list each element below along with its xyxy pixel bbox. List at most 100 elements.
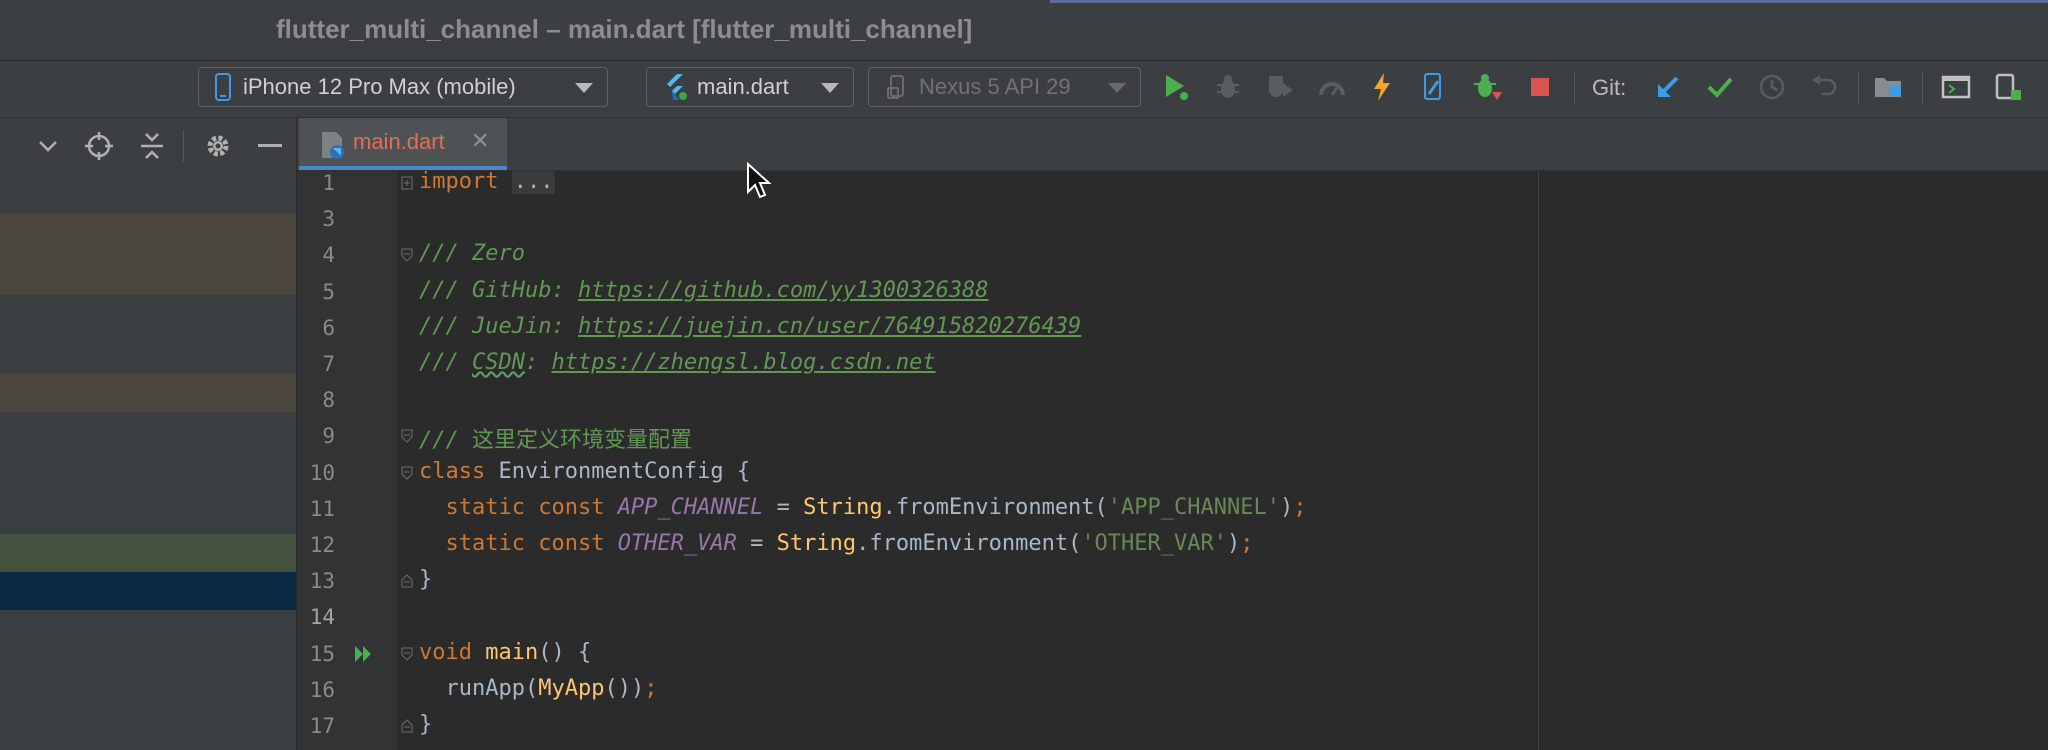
code-token: ) <box>1279 494 1294 520</box>
code-line[interactable]: 14 <box>297 599 2048 635</box>
project-tree-row-selected[interactable] <box>0 572 296 610</box>
code-token: MyApp <box>538 675 605 701</box>
code-line[interactable]: 7 /// CSDN: https://zhengsl.blog.csdn.net <box>297 346 2048 382</box>
code-token: CSDN <box>471 350 525 375</box>
locate-icon[interactable] <box>84 131 114 161</box>
device-selector[interactable]: iPhone 12 Pro Max (mobile) <box>198 67 608 107</box>
chevron-down-icon <box>575 83 593 93</box>
code-text: /// 这里定义环境变量配置 <box>419 422 692 454</box>
code-token: } <box>419 712 433 737</box>
code-token: ... <box>511 171 556 194</box>
fold-collapse-icon[interactable] <box>401 465 413 480</box>
code-line[interactable]: 16 runApp(MyApp()); <box>297 672 2048 708</box>
code-line[interactable]: 15 void main() { <box>297 636 2048 672</box>
stop-icon[interactable] <box>1524 71 1556 103</box>
code-line[interactable]: 3 <box>297 201 2048 237</box>
fold-collapse-icon[interactable] <box>401 175 413 190</box>
code-token: = <box>763 494 804 520</box>
device-selector-label: iPhone 12 Pro Max (mobile) <box>243 74 516 99</box>
code-token: fromEnvironment( <box>895 494 1108 520</box>
code-line[interactable]: 1 import ... <box>297 171 2048 201</box>
profile-icon[interactable] <box>1316 71 1348 103</box>
fold-end-icon[interactable] <box>401 573 413 588</box>
terminal-icon[interactable] <box>1940 71 1972 103</box>
code-token: /// JueJin: <box>419 313 578 339</box>
code-text: /// Zero <box>419 241 525 266</box>
collapse-all-icon[interactable] <box>137 131 167 161</box>
code-line[interactable]: 6 /// JueJin: https://juejin.cn/user/7649… <box>297 310 2048 346</box>
title-bar-accent <box>1050 0 2048 3</box>
code-token: /// GitHub: <box>419 277 578 303</box>
code-token: ; <box>644 675 658 701</box>
git-commit-icon[interactable] <box>1704 71 1736 103</box>
fold-collapse-icon[interactable] <box>401 646 413 661</box>
git-rollback-icon[interactable] <box>1808 71 1840 103</box>
code-token: ; <box>1293 494 1307 520</box>
code-line[interactable]: 13} <box>297 563 2048 599</box>
fold-collapse-icon[interactable] <box>401 247 413 263</box>
code-line[interactable]: 10 class EnvironmentConfig { <box>297 455 2048 491</box>
coverage-icon[interactable] <box>1264 71 1296 103</box>
emulator-selector[interactable]: Nexus 5 API 29 <box>868 67 1141 107</box>
git-update-icon[interactable] <box>1652 71 1684 103</box>
code-line[interactable]: 11 static const APP_CHANNEL = String.fro… <box>297 491 2048 527</box>
code-token: void <box>419 639 486 665</box>
device-manager-icon[interactable] <box>1992 71 2024 103</box>
code-text: class EnvironmentConfig { <box>419 459 750 484</box>
code-line[interactable]: 4 /// Zero <box>297 237 2048 273</box>
gear-icon[interactable] <box>203 131 233 161</box>
project-structure-icon[interactable] <box>1872 71 1904 103</box>
phone-icon <box>215 73 231 101</box>
code-token: /// Zero <box>419 241 525 267</box>
code-token: /// <box>419 428 472 454</box>
code-token: static const <box>445 531 618 556</box>
main-toolbar: iPhone 12 Pro Max (mobile) main.dart Nex… <box>0 61 2048 118</box>
code-token: : <box>524 350 552 375</box>
debug-icon[interactable] <box>1212 71 1244 103</box>
project-tree-row[interactable] <box>0 534 296 572</box>
line-number: 1 <box>322 171 335 195</box>
fold-collapse-icon[interactable] <box>401 428 413 444</box>
fold-end-icon[interactable] <box>401 718 413 733</box>
minimize-icon[interactable] <box>255 131 285 161</box>
line-number: 17 <box>309 714 335 738</box>
line-number: 11 <box>309 496 335 521</box>
code-text: void main() { <box>419 640 591 665</box>
code-token[interactable]: https://juejin.cn/user/764915820276439 <box>578 314 1081 339</box>
toolbar-separator <box>1574 71 1575 105</box>
git-history-icon[interactable] <box>1756 71 1788 103</box>
run-config-selector[interactable]: main.dart <box>646 67 854 107</box>
code-line[interactable]: 9 /// 这里定义环境变量配置 <box>297 418 2048 454</box>
run-icon[interactable] <box>1160 71 1192 103</box>
code-text: } <box>419 712 432 737</box>
code-line[interactable]: 17} <box>297 708 2048 744</box>
code-line[interactable]: 12 static const OTHER_VAR = String.fromE… <box>297 527 2048 563</box>
chevron-down-icon <box>1108 83 1126 93</box>
code-token: EnvironmentConfig { <box>498 458 751 484</box>
tab-main-dart[interactable]: main.dart ✕ <box>299 118 507 170</box>
code-editor[interactable]: 1 import ... 3 4 /// Zero 5 /// GitHub: https:… <box>297 171 2048 750</box>
line-number: 8 <box>322 388 335 413</box>
code-token: String <box>776 531 857 556</box>
close-icon[interactable]: ✕ <box>471 129 489 154</box>
attach-debugger-icon[interactable] <box>1472 71 1504 103</box>
project-tree-row[interactable] <box>0 214 296 295</box>
device-file-icon[interactable] <box>1418 71 1450 103</box>
code-token: 'APP_CHANNEL' <box>1107 494 1280 520</box>
code-token: main <box>485 639 539 665</box>
code-line[interactable]: 8 <box>297 382 2048 418</box>
code-token: ()) <box>604 675 645 701</box>
project-tree-row[interactable] <box>0 374 296 412</box>
code-token: () { <box>538 639 592 665</box>
run-gutter-icon[interactable] <box>353 644 375 668</box>
line-number: 4 <box>322 243 335 268</box>
editor-tab-bar: main.dart ✕ <box>297 118 2048 171</box>
hot-reload-icon[interactable] <box>1366 71 1398 103</box>
code-line[interactable]: 5 /// GitHub: https://github.com/yy130032… <box>297 274 2048 310</box>
code-token: fromEnvironment( <box>869 531 1082 556</box>
code-token[interactable]: https://github.com/yy1300326388 <box>578 278 989 303</box>
code-token[interactable]: https://zhengsl.blog.csdn.net <box>551 350 935 375</box>
chevron-down-icon[interactable] <box>33 131 63 161</box>
